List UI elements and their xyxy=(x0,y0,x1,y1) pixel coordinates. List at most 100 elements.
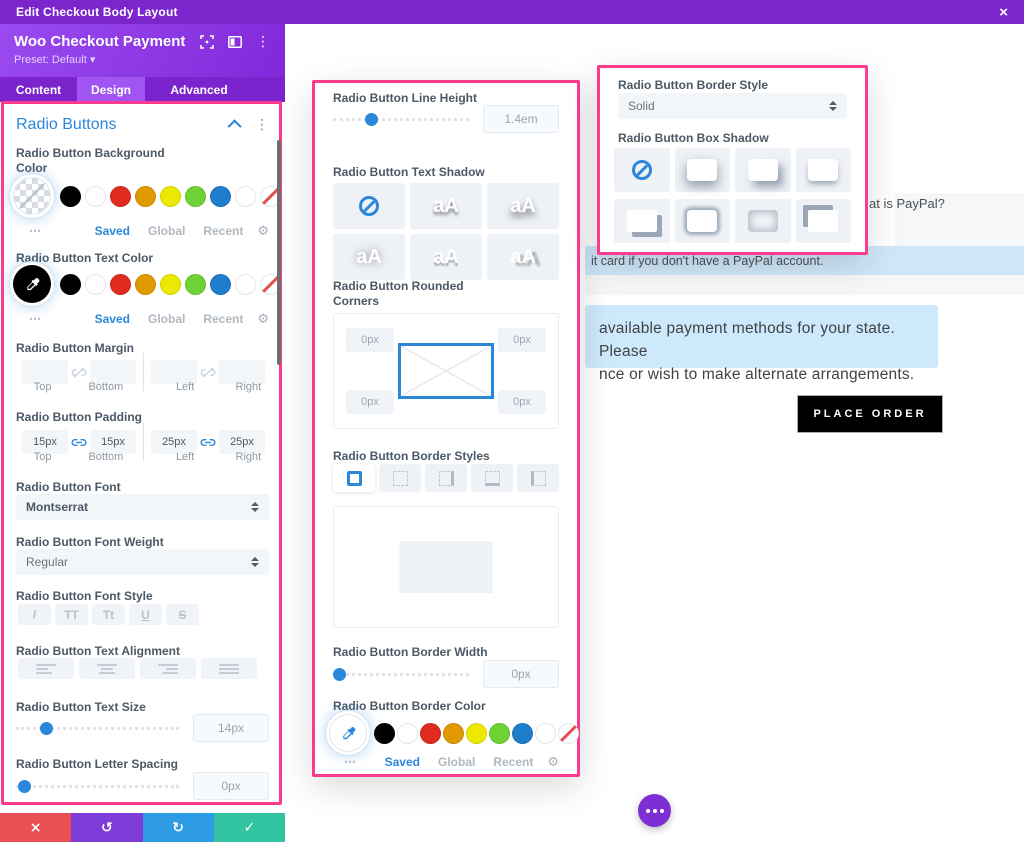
text-shadow-option[interactable]: aA xyxy=(333,234,405,280)
color-swatch[interactable] xyxy=(110,274,131,295)
border-width-slider[interactable] xyxy=(333,673,469,676)
sidebar-scrollbar[interactable] xyxy=(277,140,281,365)
color-swatch[interactable] xyxy=(85,274,106,295)
global-link[interactable]: Global xyxy=(438,755,475,769)
color-swatch[interactable] xyxy=(374,723,395,744)
color-swatch[interactable] xyxy=(110,186,131,207)
letter-spacing-input[interactable] xyxy=(193,772,269,800)
color-swatch[interactable] xyxy=(85,186,106,207)
box-shadow-option[interactable] xyxy=(796,199,852,243)
corner-bottom-right-input[interactable] xyxy=(498,390,546,414)
saved-link[interactable]: Saved xyxy=(95,312,130,326)
text-shadow-option[interactable]: aA xyxy=(487,183,559,229)
link-icon[interactable] xyxy=(68,437,90,448)
border-option[interactable] xyxy=(471,464,513,492)
tab-design[interactable]: Design xyxy=(77,77,145,102)
unlink-icon[interactable] xyxy=(197,367,219,378)
color-swatch[interactable] xyxy=(135,186,156,207)
corner-top-right-input[interactable] xyxy=(498,328,546,352)
strikethrough-button[interactable]: S xyxy=(166,604,199,625)
color-swatch[interactable] xyxy=(535,723,556,744)
color-swatch[interactable] xyxy=(160,274,181,295)
box-shadow-none-option[interactable] xyxy=(614,148,670,192)
line-height-slider[interactable] xyxy=(333,118,469,121)
discard-button[interactable]: × xyxy=(0,813,71,842)
layout-panel-icon[interactable] xyxy=(227,34,243,50)
color-swatch[interactable] xyxy=(160,186,181,207)
tab-advanced[interactable]: Advanced xyxy=(145,77,253,102)
color-swatch[interactable] xyxy=(60,186,81,207)
undo-button[interactable]: ↺ xyxy=(71,813,142,842)
current-color-swatch-black[interactable] xyxy=(13,265,51,303)
align-center-button[interactable] xyxy=(79,658,135,679)
text-size-slider[interactable] xyxy=(16,727,179,730)
color-swatch[interactable] xyxy=(210,186,231,207)
text-shadow-option[interactable]: aA xyxy=(410,234,482,280)
text-shadow-none-option[interactable] xyxy=(333,183,405,229)
slider-handle[interactable] xyxy=(18,780,31,793)
box-shadow-option[interactable] xyxy=(675,148,731,192)
recent-link[interactable]: Recent xyxy=(203,224,243,238)
place-order-button[interactable]: PLACE ORDER xyxy=(797,395,943,433)
color-swatch[interactable] xyxy=(512,723,533,744)
font-weight-select[interactable]: Regular xyxy=(16,549,269,575)
save-button[interactable]: ✓ xyxy=(214,813,285,842)
more-options-icon[interactable]: ⋯ xyxy=(16,312,54,326)
color-swatch[interactable] xyxy=(210,274,231,295)
current-color-swatch-eyedropper[interactable] xyxy=(329,714,367,752)
expand-icon[interactable] xyxy=(199,34,215,50)
color-swatch[interactable] xyxy=(185,186,206,207)
preset-selector[interactable]: Preset: Default ▾ xyxy=(14,53,271,66)
color-swatch[interactable] xyxy=(185,274,206,295)
section-menu-icon[interactable]: ⋮ xyxy=(255,117,269,133)
box-shadow-option[interactable] xyxy=(675,199,731,243)
gear-icon[interactable]: ⚙ xyxy=(257,224,269,239)
border-style-select[interactable]: Solid xyxy=(618,93,847,119)
color-swatch[interactable] xyxy=(235,274,256,295)
recent-link[interactable]: Recent xyxy=(203,312,243,326)
box-shadow-option[interactable] xyxy=(614,199,670,243)
section-header-radio-buttons[interactable]: Radio Buttons ⋮ xyxy=(16,116,269,134)
more-options-icon[interactable]: ⋯ xyxy=(16,224,54,238)
color-swatch[interactable] xyxy=(558,723,579,744)
slider-handle[interactable] xyxy=(365,113,378,126)
global-link[interactable]: Global xyxy=(148,312,185,326)
page-settings-toggle-button[interactable] xyxy=(638,794,671,827)
corner-bottom-left-input[interactable] xyxy=(346,390,394,414)
slider-handle[interactable] xyxy=(333,668,346,681)
border-all-option-selected[interactable] xyxy=(333,464,375,492)
gear-icon[interactable]: ⚙ xyxy=(257,312,269,327)
border-width-input[interactable] xyxy=(483,660,559,688)
color-swatch[interactable] xyxy=(420,723,441,744)
color-swatch[interactable] xyxy=(466,723,487,744)
box-shadow-option[interactable] xyxy=(735,148,791,192)
tab-content[interactable]: Content xyxy=(0,77,77,102)
saved-link[interactable]: Saved xyxy=(95,224,130,238)
letter-spacing-slider[interactable] xyxy=(16,785,179,788)
smallcaps-button[interactable]: Tt xyxy=(92,604,125,625)
line-height-input[interactable] xyxy=(483,105,559,133)
border-option[interactable] xyxy=(379,464,421,492)
color-swatch[interactable] xyxy=(489,723,510,744)
uppercase-button[interactable]: TT xyxy=(55,604,88,625)
link-icon[interactable] xyxy=(197,437,219,448)
box-shadow-option[interactable] xyxy=(796,148,852,192)
gear-icon[interactable]: ⚙ xyxy=(547,755,559,770)
global-link[interactable]: Global xyxy=(148,224,185,238)
recent-link[interactable]: Recent xyxy=(493,755,533,769)
color-swatch[interactable] xyxy=(60,274,81,295)
unlink-icon[interactable] xyxy=(68,367,90,378)
slider-handle[interactable] xyxy=(40,722,53,735)
saved-link[interactable]: Saved xyxy=(385,755,420,769)
redo-button[interactable]: ↻ xyxy=(143,813,214,842)
close-icon[interactable]: × xyxy=(999,5,1008,20)
align-left-button[interactable] xyxy=(18,658,74,679)
corner-top-left-input[interactable] xyxy=(346,328,394,352)
module-menu-icon[interactable]: ⋮ xyxy=(255,34,271,50)
italic-button[interactable]: I xyxy=(18,604,51,625)
font-select[interactable]: Montserrat xyxy=(16,494,269,520)
color-swatch[interactable] xyxy=(235,186,256,207)
color-swatch[interactable] xyxy=(135,274,156,295)
text-shadow-option[interactable]: aA xyxy=(410,183,482,229)
border-option[interactable] xyxy=(517,464,559,492)
